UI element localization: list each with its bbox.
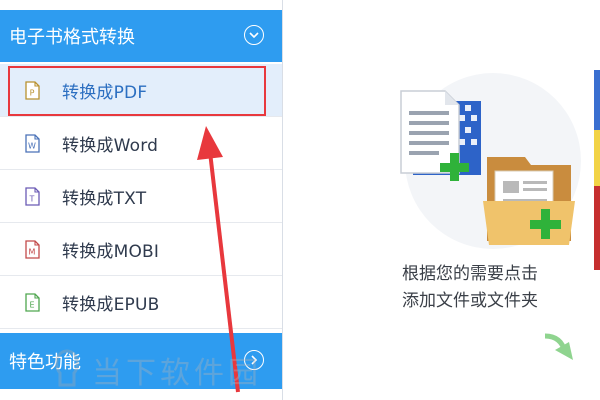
side-color-strip: [594, 70, 600, 270]
svg-text:T: T: [29, 194, 35, 203]
add-file-hint: 根据您的需要点击 添加文件或文件夹: [355, 261, 585, 315]
mobi-file-icon: M: [25, 239, 40, 259]
sidebar-item[interactable]: E 转换成EPUB: [0, 276, 282, 329]
svg-text:M: M: [29, 247, 36, 256]
epub-file-icon: E: [25, 292, 40, 312]
sidebar-item-label: 转换成TXT: [62, 188, 147, 209]
txt-file-icon: T: [25, 186, 40, 206]
pdf-file-icon: P: [25, 80, 40, 100]
sidebar-item-label: 转换成Word: [62, 135, 159, 156]
sidebar-item-label: 转换成PDF: [62, 82, 148, 103]
svg-text:P: P: [30, 88, 35, 97]
sidebar-item-label: 转换成MOBI: [62, 241, 160, 262]
hint-line-1: 根据您的需要点击: [402, 264, 538, 284]
section-header-ebook-convert[interactable]: 电子书格式转换: [0, 10, 282, 62]
sidebar-item[interactable]: T 转换成TXT: [0, 170, 282, 223]
sidebar-item[interactable]: M 转换成MOBI: [0, 223, 282, 276]
sidebar-item-label: 转换成EPUB: [62, 294, 160, 315]
sidebar-item[interactable]: W 转换成Word: [0, 117, 282, 170]
chevron-down-circle-icon[interactable]: [244, 25, 264, 45]
sidebar-item[interactable]: P 转换成PDF: [0, 64, 282, 117]
hint-line-2: 添加文件或文件夹: [402, 291, 538, 311]
watermark-logo-icon: [55, 349, 79, 387]
main-panel: 根据您的需要点击 添加文件或文件夹: [283, 0, 600, 400]
svg-text:E: E: [29, 300, 34, 309]
corner-arrow-icon: [544, 333, 573, 360]
word-file-icon: W: [25, 133, 40, 153]
add-file-folder-icon[interactable]: [395, 73, 591, 258]
watermark: 当下软件园: [50, 340, 300, 400]
section-title: 电子书格式转换: [9, 27, 135, 48]
svg-text:W: W: [28, 141, 36, 150]
watermark-text: 当下软件园: [92, 356, 262, 391]
